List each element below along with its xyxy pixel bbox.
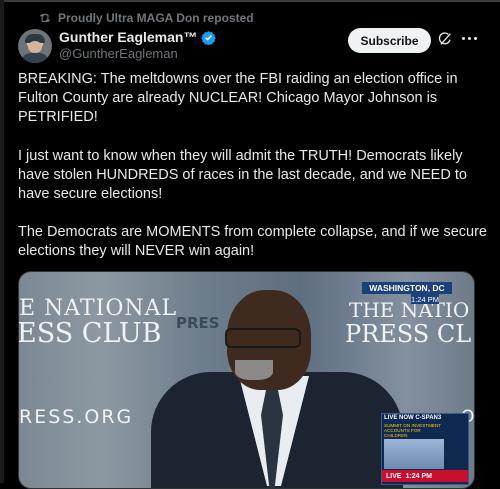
- speaker-glasses: [225, 328, 301, 348]
- location-bug: WASHINGTON, DC: [362, 282, 452, 294]
- author-name[interactable]: Gunther Eagleman™: [59, 29, 197, 45]
- live-now-box: LIVE NOW C-SPAN3 SUMMIT ON INVESTMENT AC…: [381, 413, 469, 485]
- post-paragraph: BREAKING: The meltdowns over the FBI rai…: [18, 71, 458, 126]
- live-bar: LIVE 1:24 PM: [382, 470, 468, 482]
- backdrop-text: PRES: [176, 314, 220, 332]
- backdrop-text: THE NATIO: [349, 298, 470, 322]
- live-thumbnail: [384, 439, 444, 469]
- grok-icon[interactable]: [437, 31, 453, 47]
- backdrop-text: PRESS CL: [345, 320, 472, 348]
- live-title: SUMMIT ON INVESTMENT ACCOUNTS FOR CHILDR…: [384, 423, 441, 438]
- subscribe-button[interactable]: Subscribe: [348, 28, 431, 53]
- repost-text: Proudly Ultra MAGA Don reposted: [58, 11, 254, 25]
- author-name-row[interactable]: Gunther Eagleman™: [59, 29, 217, 45]
- post-paragraph: I just want to know when they will admit…: [18, 147, 467, 203]
- repost-indicator[interactable]: Proudly Ultra MAGA Don reposted: [38, 10, 254, 26]
- live-bar-time: 1:24 PM: [405, 472, 433, 480]
- post-paragraph: The Democrats are MOMENTS from complete …: [18, 224, 487, 260]
- bug-time: 1:24 PM: [411, 294, 439, 304]
- live-label: LIVE NOW C-SPAN3: [384, 415, 442, 421]
- verified-badge-icon: [201, 30, 217, 45]
- window-frame-left: [0, 0, 4, 483]
- backdrop-text: ESS CLUB: [18, 318, 162, 349]
- avatar[interactable]: [18, 29, 52, 63]
- post-video[interactable]: E NATIONAL ESS CLUB RESS.ORG PRES TH THE…: [18, 271, 475, 489]
- live-bar-label: LIVE: [386, 472, 402, 480]
- speaker-beard: [235, 360, 273, 380]
- post-text: BREAKING: The meltdowns over the FBI rai…: [18, 70, 488, 281]
- window-frame-top: [0, 0, 500, 2]
- repost-icon: [39, 13, 51, 23]
- author-handle[interactable]: @GuntherEagleman: [59, 46, 178, 61]
- backdrop-text: RESS.ORG: [19, 406, 134, 428]
- more-options-icon[interactable]: [462, 37, 477, 40]
